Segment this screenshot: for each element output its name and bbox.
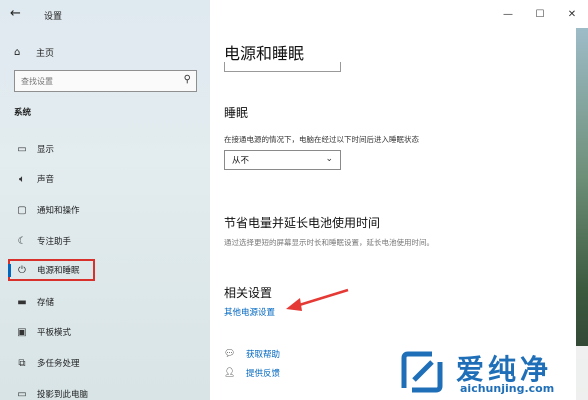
sidebar-item-label: 投影到此电脑: [37, 390, 89, 400]
sidebar-item-project[interactable]: ▭ 投影到此电脑: [8, 383, 203, 400]
minimize-button[interactable]: —: [492, 0, 524, 28]
sidebar-item-notifications[interactable]: ▢ 通知和操作: [8, 199, 203, 221]
sidebar-item-label: 通知和操作: [37, 206, 80, 216]
watermark: 爱纯净 aichunjing.com: [394, 346, 588, 400]
sidebar: ← 设置 ⌂ 主页 ⚲ 系统 ▭ 显示 🔈︎ 声音 ▢ 通知和操作 ☾ 专注助手: [0, 0, 210, 400]
watermark-en-text: aichunjing.com: [460, 382, 555, 395]
home-nav-item[interactable]: ⌂ 主页: [14, 44, 54, 60]
window-controls: — ☐ ✕: [492, 0, 588, 28]
watermark-logo-icon: [401, 351, 443, 393]
sleep-dropdown-value: 从不: [232, 156, 250, 166]
storage-icon: ▬: [17, 296, 27, 308]
settings-window: ← 设置 ⌂ 主页 ⚲ 系统 ▭ 显示 🔈︎ 声音 ▢ 通知和操作 ☾ 专注助手: [0, 0, 588, 400]
feedback-person-icon: 👤︎: [224, 368, 236, 378]
sidebar-item-power-sleep[interactable]: ⏻ 电源和睡眠: [8, 259, 95, 281]
search-box[interactable]: ⚲: [14, 70, 197, 92]
close-icon: ✕: [567, 8, 577, 20]
battery-heading: 节省电量并延长电池使用时间: [224, 216, 381, 230]
search-icon[interactable]: ⚲: [184, 74, 191, 85]
moon-icon: ☾: [17, 235, 27, 247]
multitask-icon: ⧉: [18, 357, 26, 369]
screen-timeout-dropdown-partial[interactable]: [224, 62, 341, 72]
sidebar-item-label: 电源和睡眠: [37, 266, 80, 276]
battery-description: 通过选择更短的屏幕显示时长和睡眠设置，延长电池使用时间。: [224, 238, 434, 247]
sidebar-item-focus-assist[interactable]: ☾ 专注助手: [8, 230, 203, 252]
maximize-button[interactable]: ☐: [524, 0, 556, 28]
sidebar-item-multitasking[interactable]: ⧉ 多任务处理: [8, 352, 203, 374]
sidebar-item-tablet-mode[interactable]: ▣ 平板模式: [8, 321, 203, 343]
get-help-label: 获取帮助: [246, 350, 281, 360]
search-input[interactable]: [21, 76, 171, 86]
main-content: — ☐ ✕ 电源和睡眠 睡眠 在接通电源的情况下，电脑在经过以下时间后进入睡眠状…: [210, 0, 588, 400]
sidebar-item-label: 声音: [37, 175, 55, 185]
chevron-down-icon: ⌄: [325, 154, 333, 164]
feedback-label: 提供反馈: [246, 369, 281, 379]
feedback-link[interactable]: 👤︎ 提供反馈: [224, 367, 280, 379]
power-icon: ⏻: [18, 264, 26, 276]
minimize-icon: —: [503, 8, 513, 20]
close-button[interactable]: ✕: [556, 0, 588, 28]
sidebar-item-label: 专注助手: [37, 237, 72, 247]
display-icon: ▭: [17, 143, 27, 155]
home-label: 主页: [36, 48, 55, 59]
window-title: 设置: [44, 12, 63, 22]
titlebar-left: ← 设置: [0, 0, 210, 32]
sidebar-item-display[interactable]: ▭ 显示: [8, 138, 203, 160]
tablet-icon: ▣: [17, 326, 27, 338]
sidebar-item-sound[interactable]: 🔈︎ 声音: [8, 168, 203, 190]
notification-icon: ▢: [17, 204, 27, 216]
help-chat-icon: 💬︎: [224, 349, 236, 359]
back-button[interactable]: ←: [10, 6, 32, 26]
sidebar-item-label: 平板模式: [37, 328, 72, 338]
desktop-wallpaper-edge: [576, 28, 588, 400]
additional-power-settings-link[interactable]: 其他电源设置: [224, 306, 275, 318]
maximize-icon: ☐: [535, 8, 545, 20]
sound-icon: 🔈︎: [19, 173, 25, 185]
sidebar-item-label: 显示: [37, 145, 55, 155]
sleep-dropdown[interactable]: 从不 ⌄: [224, 150, 341, 170]
sidebar-item-label: 存储: [37, 298, 55, 308]
sleep-heading: 睡眠: [224, 106, 249, 120]
related-settings-heading: 相关设置: [224, 286, 273, 300]
page-title: 电源和睡眠: [224, 44, 305, 63]
sidebar-item-storage[interactable]: ▬ 存储: [8, 291, 203, 313]
home-icon: ⌂: [14, 46, 21, 58]
get-help-link[interactable]: 💬︎ 获取帮助: [224, 348, 280, 360]
project-icon: ▭: [17, 388, 27, 400]
sidebar-item-label: 多任务处理: [37, 359, 80, 369]
back-arrow-icon: ←: [10, 6, 21, 21]
sleep-description: 在接通电源的情况下，电脑在经过以下时间后进入睡眠状态: [224, 135, 419, 144]
section-label-system: 系统: [14, 108, 32, 118]
